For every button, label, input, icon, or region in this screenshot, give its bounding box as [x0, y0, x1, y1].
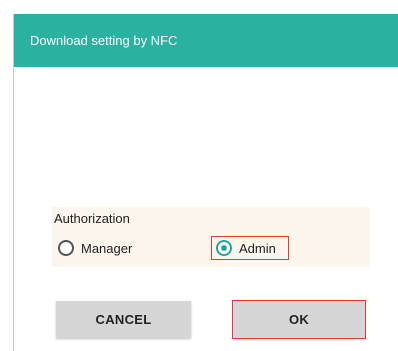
dialog-title: Download setting by NFC: [14, 14, 398, 67]
radio-manager[interactable]: Manager: [58, 237, 132, 259]
radio-unchecked-icon: [58, 240, 74, 256]
cancel-button[interactable]: CANCEL: [56, 301, 191, 338]
authorization-label: Authorization: [54, 211, 130, 226]
radio-admin[interactable]: Admin: [211, 236, 289, 260]
radio-admin-label: Admin: [239, 240, 276, 256]
radio-manager-label: Manager: [81, 240, 133, 256]
screen: Download setting by NFC Authorization Ma…: [0, 0, 398, 351]
download-settings-dialog: Download setting by NFC Authorization Ma…: [14, 14, 398, 351]
ok-button[interactable]: OK: [232, 300, 366, 339]
authorization-panel: Authorization Manager Admin: [52, 207, 370, 267]
radio-checked-icon: [216, 240, 232, 256]
